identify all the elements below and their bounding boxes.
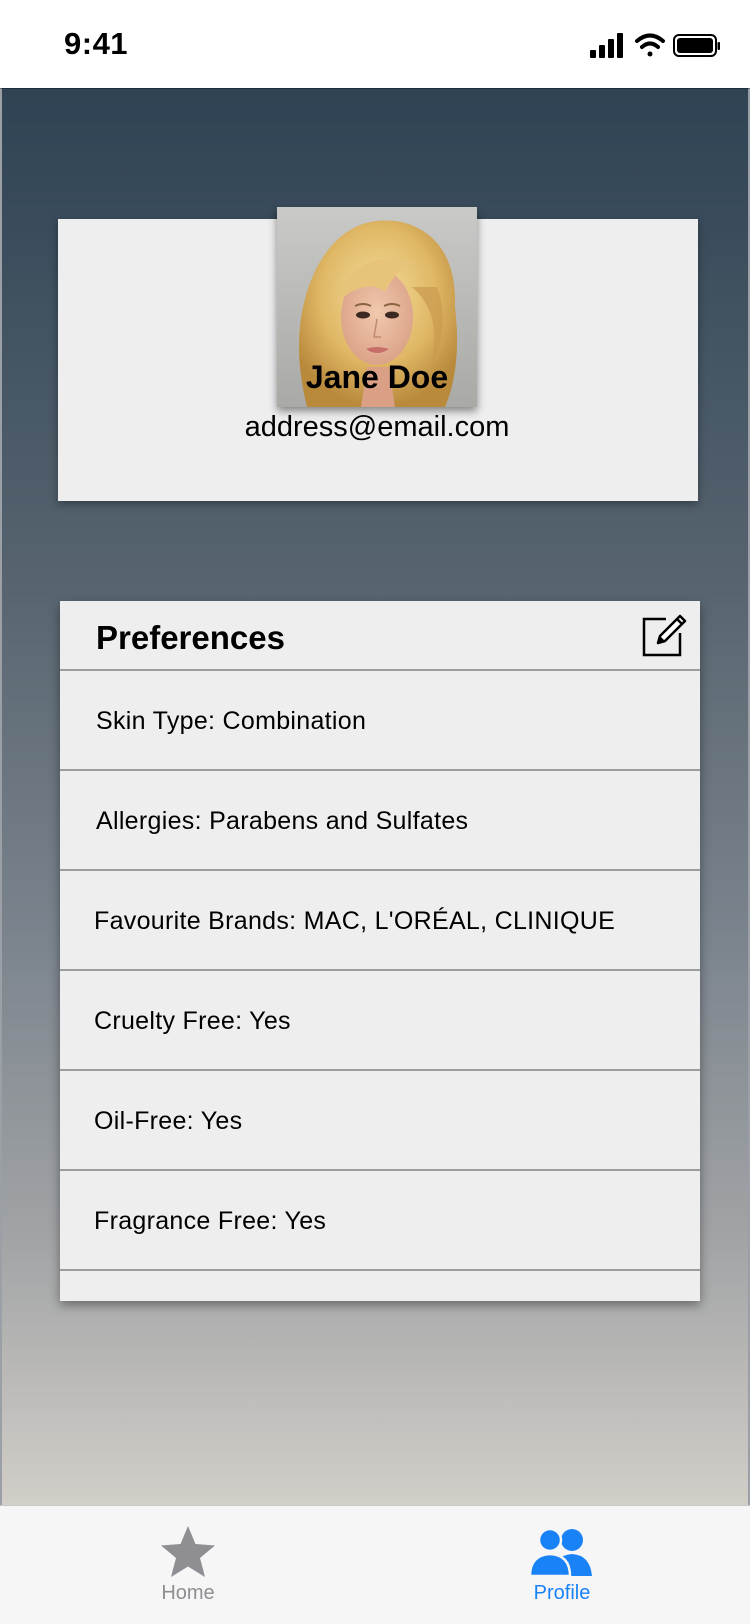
tab-home-label: Home	[161, 1582, 215, 1604]
status-icons	[590, 33, 720, 58]
profile-email: address@email.com	[244, 411, 510, 443]
preference-item: Fragrance Free: Yes	[60, 1171, 700, 1271]
preference-item-label: Skin Type: Combination	[96, 707, 367, 735]
preferences-header: Preferences	[60, 601, 700, 671]
tab-home[interactable]: Home	[118, 1518, 258, 1608]
preference-item-label: Favourite Brands: MAC, L'ORÉAL, CLINIQUE	[94, 907, 616, 935]
people-icon	[528, 1527, 592, 1578]
preference-item-label: Oil-Free: Yes	[94, 1107, 243, 1135]
preference-item-label: Allergies: Parabens and Sulfates	[96, 807, 469, 835]
preferences-card: Preferences Skin Type: Combination Aller…	[60, 601, 700, 1301]
status-bar: 9:41	[0, 0, 750, 88]
preference-item-label: Cruelty Free: Yes	[94, 1007, 291, 1035]
tab-profile[interactable]: Profile	[492, 1518, 632, 1608]
profile-name: Jane Doe	[305, 359, 449, 395]
star-icon	[161, 1526, 215, 1577]
preference-item: Skin Type: Combination	[60, 671, 700, 771]
wifi-icon	[635, 33, 665, 57]
profile-screen: Jane Doe address@email.com Preferences S…	[0, 88, 750, 1505]
signal-icon	[590, 33, 623, 58]
preference-item: Allergies: Parabens and Sulfates	[60, 771, 700, 871]
battery-icon	[673, 34, 720, 57]
preference-item: Oil-Free: Yes	[60, 1071, 700, 1171]
preferences-title: Preferences	[96, 619, 285, 656]
tab-profile-label: Profile	[533, 1582, 591, 1604]
edit-icon	[642, 614, 687, 657]
preference-item: Cruelty Free: Yes	[60, 971, 700, 1071]
status-time: 9:41	[64, 26, 129, 61]
preference-item-label: Fragrance Free: Yes	[94, 1207, 327, 1235]
tab-bar: Home Profile	[0, 1505, 750, 1624]
preference-item: Favourite Brands: MAC, L'ORÉAL, CLINIQUE	[60, 871, 700, 971]
edit-preferences-button[interactable]	[640, 609, 688, 659]
